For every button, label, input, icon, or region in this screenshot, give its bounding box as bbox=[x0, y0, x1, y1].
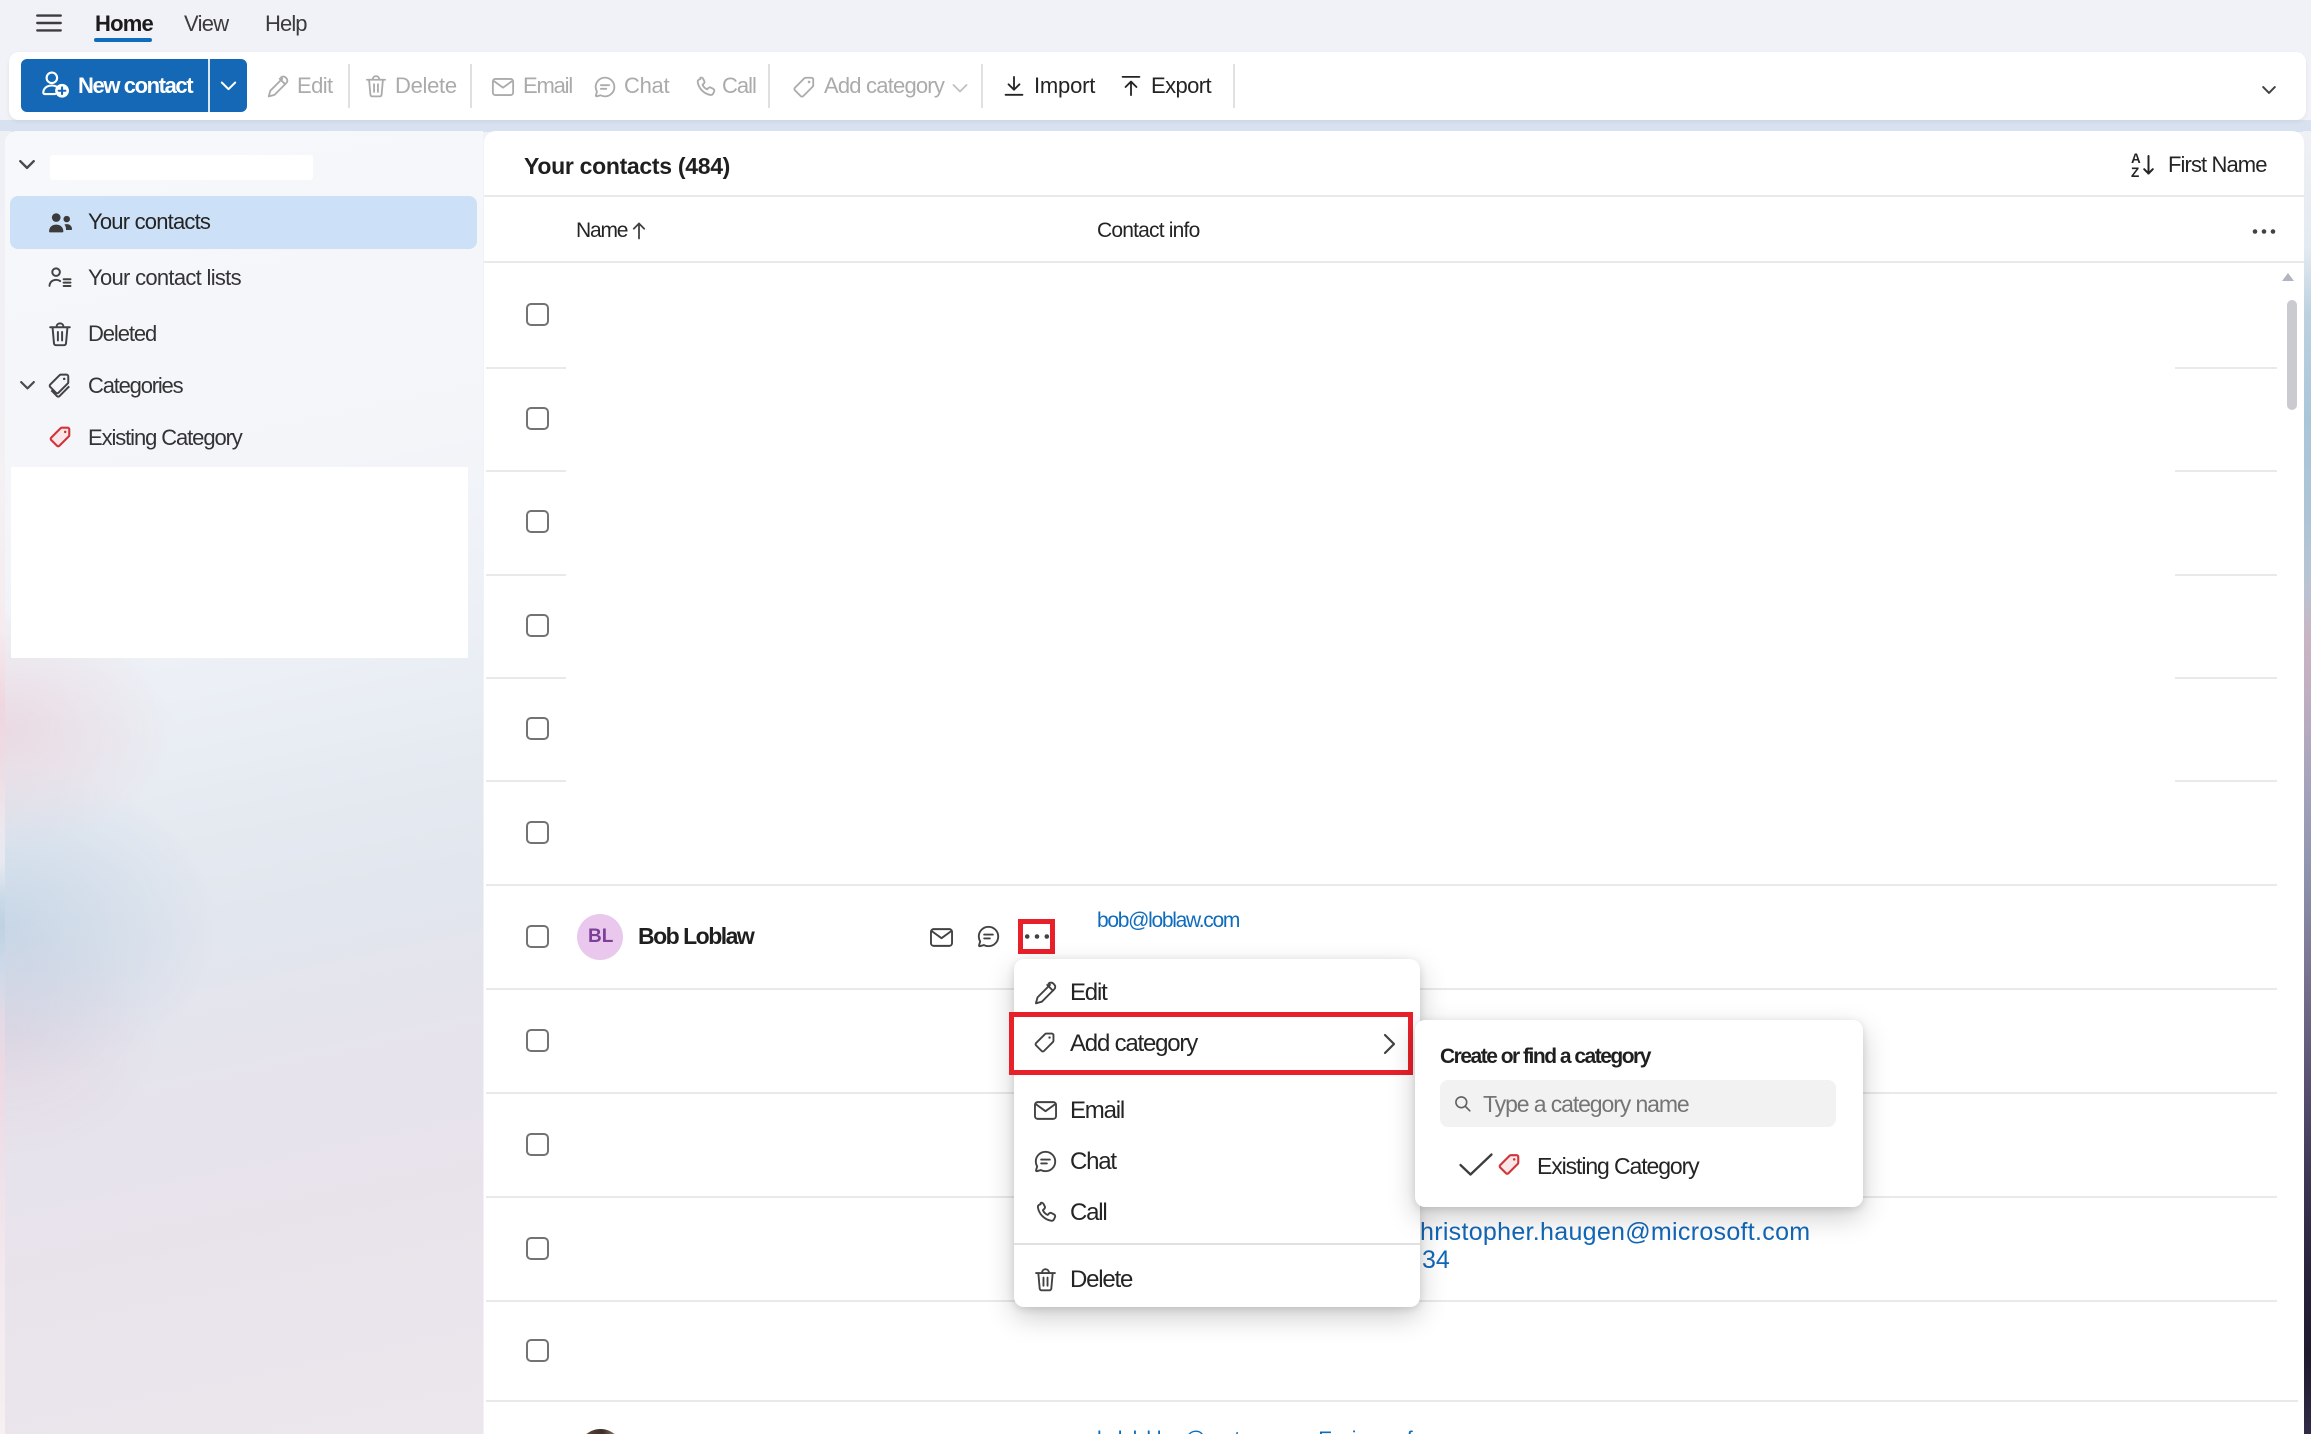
svg-text:A: A bbox=[2131, 151, 2141, 166]
svg-text:Z: Z bbox=[2131, 165, 2139, 179]
